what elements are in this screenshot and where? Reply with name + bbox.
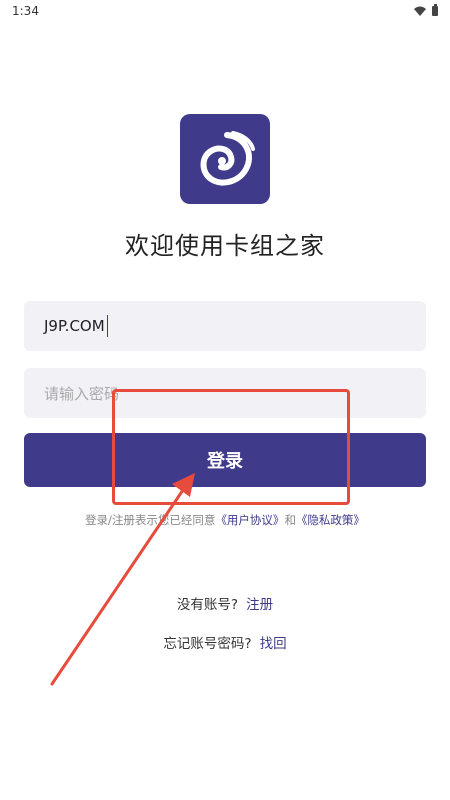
forgot-text: 忘记账号密码? bbox=[163, 636, 252, 652]
register-row: 没有账号? 注册 bbox=[0, 593, 450, 613]
privacy-policy-link[interactable]: 《隐私政策》 bbox=[296, 513, 365, 527]
swirl-logo-icon bbox=[200, 131, 255, 186]
password-input[interactable]: 请输入密码 bbox=[24, 368, 426, 418]
register-link[interactable]: 注册 bbox=[246, 597, 273, 613]
text-cursor bbox=[106, 315, 109, 337]
user-agreement-link[interactable]: 《用户协议》 bbox=[215, 513, 284, 527]
forgot-row: 忘记账号密码? 找回 bbox=[0, 632, 450, 652]
app-logo bbox=[180, 114, 270, 204]
status-bar: 1:34 bbox=[0, 0, 450, 22]
password-placeholder: 请输入密码 bbox=[44, 384, 120, 403]
username-value: J9P.COM bbox=[44, 317, 105, 335]
login-button[interactable]: 登录 bbox=[24, 433, 426, 487]
wifi-icon bbox=[414, 6, 426, 16]
no-account-text: 没有账号? bbox=[176, 597, 239, 613]
status-time: 1:34 bbox=[12, 4, 39, 18]
login-screen: 1:34 欢迎使用卡组之家 J9P.COM 请输入密码 登录 登录/注册表示您已… bbox=[0, 0, 450, 800]
battery-icon bbox=[432, 4, 438, 16]
username-input[interactable]: J9P.COM bbox=[24, 301, 426, 351]
agreement-text: 登录/注册表示您已经同意《用户协议》和《隐私政策》 bbox=[0, 512, 450, 528]
welcome-title: 欢迎使用卡组之家 bbox=[125, 232, 325, 260]
agreement-prefix: 登录/注册表示您已经同意 bbox=[85, 513, 216, 527]
agreement-conjunction: 和 bbox=[284, 513, 296, 527]
status-icons bbox=[414, 4, 438, 16]
recover-link[interactable]: 找回 bbox=[260, 636, 287, 652]
